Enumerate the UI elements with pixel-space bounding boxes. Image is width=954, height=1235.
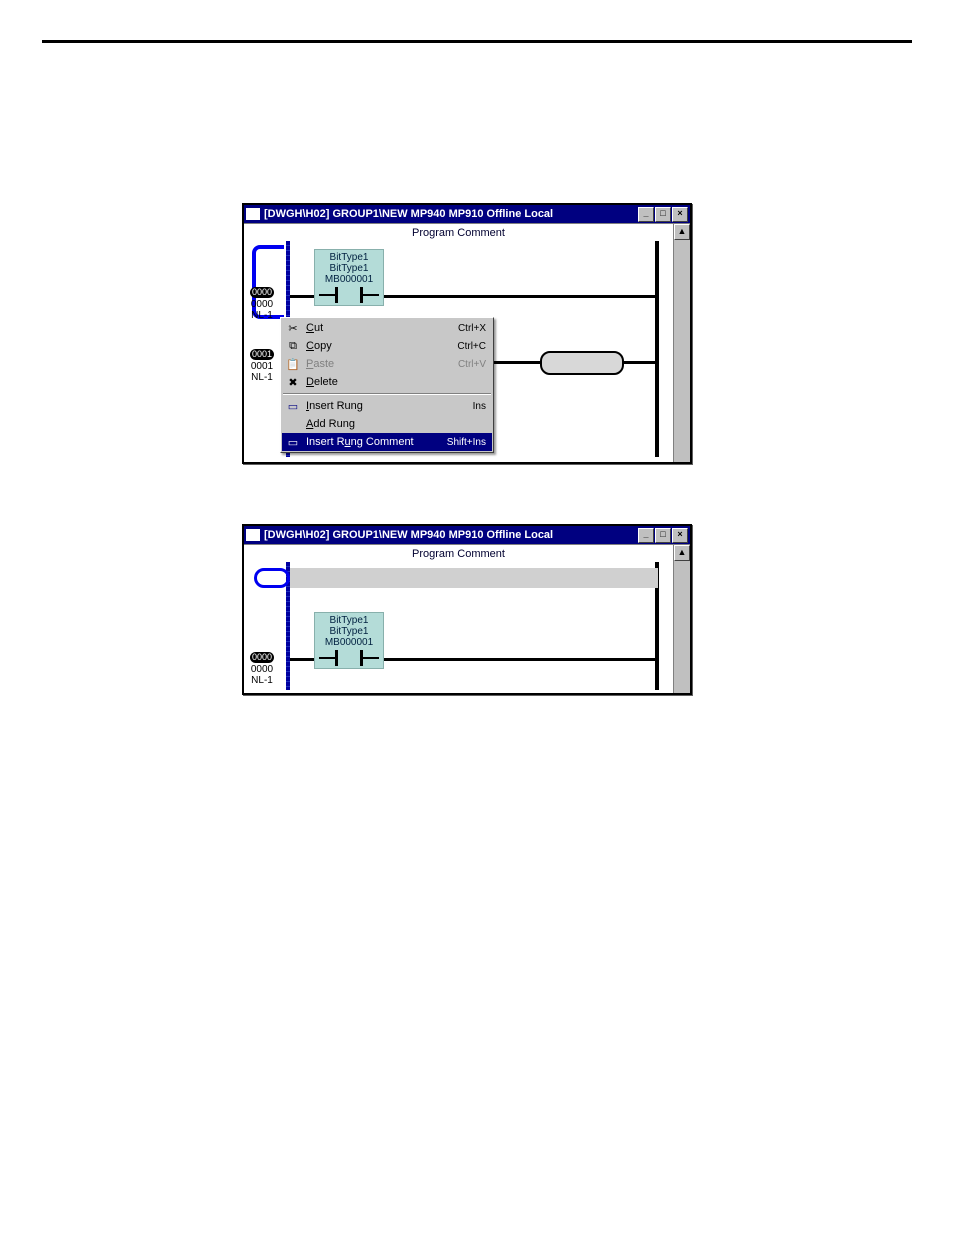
figure-2: [DWGH\H02] GROUP1\NEW MP940 MP910 Offlin… bbox=[242, 524, 912, 695]
menu-insert-rung[interactable]: ▭ Insert Rung Ins bbox=[282, 397, 492, 415]
delete-icon: ✖ bbox=[284, 375, 302, 389]
menu-shortcut: Ctrl+C bbox=[457, 341, 486, 352]
contact-address: MB000001 bbox=[319, 637, 379, 648]
rung-badge: 0000 bbox=[250, 652, 274, 663]
rung-gutter-1[interactable]: 0001 0001 NL-1 bbox=[244, 349, 280, 383]
minimize-button[interactable]: _ bbox=[638, 207, 654, 222]
app-window-2: [DWGH\H02] GROUP1\NEW MP940 MP910 Offlin… bbox=[242, 524, 692, 695]
vertical-scrollbar[interactable]: ▲ bbox=[673, 224, 690, 462]
ladder-canvas[interactable]: Program Comment 0000 0000 NL-1 bbox=[244, 224, 673, 462]
figure-1: [DWGH\H02] GROUP1\NEW MP940 MP910 Offlin… bbox=[242, 203, 912, 464]
page-rule bbox=[42, 40, 912, 43]
menu-insert-rung-comment[interactable]: ▭ Insert Rung Comment Shift+Ins bbox=[282, 433, 492, 451]
rung-nl: NL-1 bbox=[251, 675, 273, 686]
output-coil[interactable] bbox=[540, 351, 624, 375]
menu-shortcut: Ctrl+X bbox=[458, 323, 486, 334]
menu-paste: 📋 Paste Ctrl+V bbox=[282, 355, 492, 373]
rung-badge: 0000 bbox=[250, 287, 274, 298]
ladder-canvas[interactable]: Program Comment 0000 0000 NL-1 bbox=[244, 545, 673, 693]
blank-icon bbox=[284, 417, 302, 431]
contact-label-2: BitType1 bbox=[319, 263, 379, 274]
close-button[interactable]: × bbox=[672, 528, 688, 543]
menu-shortcut: Ctrl+V bbox=[458, 359, 486, 370]
right-power-rail bbox=[655, 241, 659, 457]
selection-pill bbox=[254, 568, 290, 588]
menu-copy[interactable]: ⧉ Copy Ctrl+C bbox=[282, 337, 492, 355]
maximize-button[interactable]: □ bbox=[655, 528, 671, 543]
maximize-button[interactable]: □ bbox=[655, 207, 671, 222]
paste-icon: 📋 bbox=[284, 357, 302, 371]
rung-address: 0000 bbox=[251, 664, 273, 675]
rung-address: 0000 bbox=[251, 299, 273, 310]
rung-badge: 0001 bbox=[250, 349, 274, 360]
comment-icon: ▭ bbox=[284, 435, 302, 449]
app-window-1: [DWGH\H02] GROUP1\NEW MP940 MP910 Offlin… bbox=[242, 203, 692, 464]
vertical-scrollbar[interactable]: ▲ bbox=[673, 545, 690, 693]
titlebar[interactable]: [DWGH\H02] GROUP1\NEW MP940 MP910 Offlin… bbox=[244, 526, 690, 544]
scroll-up-arrow-icon[interactable]: ▲ bbox=[674, 224, 690, 240]
close-button[interactable]: × bbox=[672, 207, 688, 222]
rung-gutter-0[interactable]: 0000 0000 NL-1 bbox=[244, 287, 280, 321]
scissors-icon: ✂ bbox=[284, 321, 302, 335]
contact-element[interactable]: BitType1 BitType1 MB000001 bbox=[314, 249, 384, 306]
contact-label-1: BitType1 bbox=[319, 615, 379, 626]
scroll-up-arrow-icon[interactable]: ▲ bbox=[674, 545, 690, 561]
menu-add-rung[interactable]: Add Rung bbox=[282, 415, 492, 433]
system-menu-icon[interactable] bbox=[246, 208, 260, 220]
contact-element[interactable]: BitType1 BitType1 MB000001 bbox=[314, 612, 384, 669]
copy-icon: ⧉ bbox=[284, 339, 302, 353]
contact-label-2: BitType1 bbox=[319, 626, 379, 637]
rung-nl: NL-1 bbox=[251, 310, 273, 321]
rung-address: 0001 bbox=[251, 361, 273, 372]
rung-gutter-0[interactable]: 0000 0000 NL-1 bbox=[244, 652, 280, 686]
rung-nl: NL-1 bbox=[251, 372, 273, 383]
rung-icon: ▭ bbox=[284, 399, 302, 413]
menu-cut[interactable]: ✂ Cut Ctrl+X bbox=[282, 319, 492, 337]
minimize-button[interactable]: _ bbox=[638, 528, 654, 543]
system-menu-icon[interactable] bbox=[246, 529, 260, 541]
context-menu: ✂ Cut Ctrl+X ⧉ Copy Ctrl+C 📋 bbox=[280, 317, 494, 453]
rung-comment-row[interactable] bbox=[290, 568, 658, 588]
window-title: [DWGH\H02] GROUP1\NEW MP940 MP910 Offlin… bbox=[264, 529, 638, 541]
program-comment-label: Program Comment bbox=[244, 545, 673, 562]
contact-label-1: BitType1 bbox=[319, 252, 379, 263]
menu-shortcut: Ins bbox=[473, 401, 486, 412]
menu-shortcut: Shift+Ins bbox=[447, 437, 486, 448]
window-title: [DWGH\H02] GROUP1\NEW MP940 MP910 Offlin… bbox=[264, 208, 638, 220]
contact-address: MB000001 bbox=[319, 274, 379, 285]
titlebar[interactable]: [DWGH\H02] GROUP1\NEW MP940 MP910 Offlin… bbox=[244, 205, 690, 223]
program-comment-label: Program Comment bbox=[244, 224, 673, 241]
menu-delete[interactable]: ✖ Delete bbox=[282, 373, 492, 391]
